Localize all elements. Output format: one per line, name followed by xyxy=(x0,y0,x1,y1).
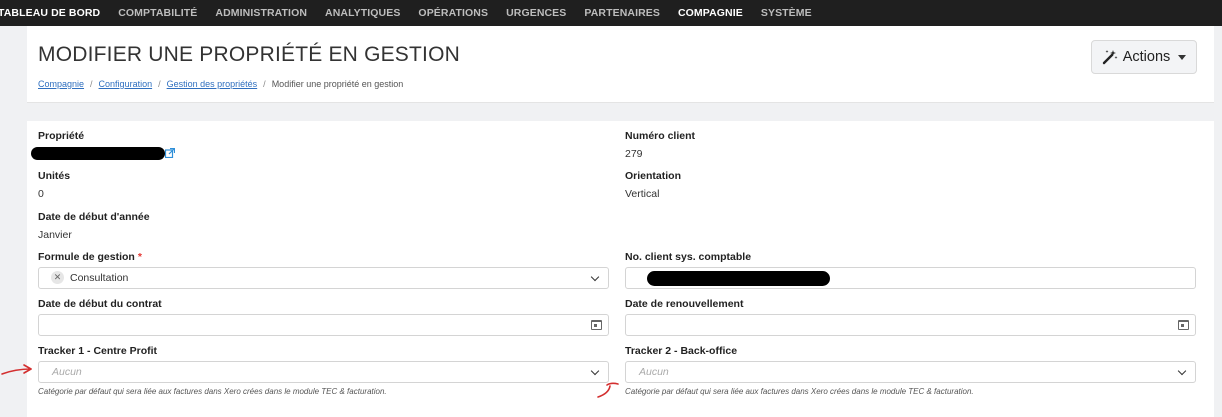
unites-value: 0 xyxy=(38,188,44,200)
nav-item-comptabilite[interactable]: COMPTABILITÉ xyxy=(118,7,215,19)
breadcrumb-link-gestion-proprietes[interactable]: Gestion des propriétés xyxy=(167,79,258,89)
formule-chip: ✕ Consultation xyxy=(51,271,128,284)
breadcrumb-separator: / xyxy=(263,79,266,89)
formule-chip-label: Consultation xyxy=(70,271,129,284)
debut-annee-label: Date de début d'année xyxy=(38,211,150,223)
nav-item-analytiques[interactable]: ANALYTIQUES xyxy=(325,7,418,19)
breadcrumb: Compagnie / Configuration / Gestion des … xyxy=(38,79,403,89)
calendar-icon[interactable] xyxy=(591,320,602,330)
annotation-arrow-icon xyxy=(1,364,32,375)
tracker1-label: Tracker 1 - Centre Profit xyxy=(38,345,158,357)
numero-client-label: Numéro client xyxy=(625,130,696,142)
propriete-label: Propriété xyxy=(38,130,85,142)
debut-annee-value: Janvier xyxy=(38,229,72,241)
formule-label: Formule de gestion * xyxy=(38,251,142,263)
chevron-down-icon xyxy=(590,272,600,282)
chevron-down-icon xyxy=(1178,54,1187,60)
breadcrumb-separator: / xyxy=(158,79,161,89)
nav-item-operations[interactable]: OPÉRATIONS xyxy=(418,7,506,19)
calendar-icon[interactable] xyxy=(1178,320,1189,330)
magic-wand-icon xyxy=(1102,50,1118,65)
nav-item-urgences[interactable]: URGENCES xyxy=(506,7,584,19)
chevron-down-icon xyxy=(1177,366,1187,376)
tracker2-label: Tracker 2 - Back-office xyxy=(625,345,738,357)
tracker2-placeholder: Aucun xyxy=(639,366,669,378)
redacted-no-client-sys xyxy=(647,271,830,286)
nav-item-compagnie[interactable]: COMPAGNIE xyxy=(678,7,761,19)
redacted-property-name xyxy=(31,147,165,160)
unites-label: Unités xyxy=(38,170,71,182)
chevron-down-icon xyxy=(590,366,600,376)
external-link-icon[interactable] xyxy=(165,148,175,158)
renouvellement-label: Date de renouvellement xyxy=(625,298,744,310)
breadcrumb-separator: / xyxy=(90,79,93,89)
top-navigation: TABLEAU DE BORD COMPTABILITÉ ADMINISTRAT… xyxy=(0,0,1222,26)
tracker1-placeholder: Aucun xyxy=(52,366,82,378)
tracker2-select[interactable]: Aucun xyxy=(625,361,1196,383)
breadcrumb-link-compagnie[interactable]: Compagnie xyxy=(38,79,84,89)
debut-contrat-date-input[interactable] xyxy=(38,314,609,336)
tracker1-help-text: Catégorie par défaut qui sera liée aux f… xyxy=(38,387,387,396)
page-title: MODIFIER UNE PROPRIÉTÉ EN GESTION xyxy=(38,43,460,66)
formule-select[interactable]: ✕ Consultation xyxy=(38,267,609,289)
annotation-arrow-icon xyxy=(597,382,619,398)
actions-button-label: Actions xyxy=(1122,49,1171,65)
breadcrumb-current: Modifier une propriété en gestion xyxy=(271,79,404,89)
orientation-label: Orientation xyxy=(625,170,682,182)
property-form: Propriété Numéro client 279 Unités 0 Ori… xyxy=(27,121,1214,417)
tracker1-select[interactable]: Aucun xyxy=(38,361,609,383)
no-client-sys-label: No. client sys. comptable xyxy=(625,251,752,263)
required-mark: * xyxy=(137,251,142,263)
renouvellement-date-input[interactable] xyxy=(625,314,1196,336)
tracker2-help-text: Catégorie par défaut qui sera liée aux f… xyxy=(625,387,974,396)
page-header: MODIFIER UNE PROPRIÉTÉ EN GESTION Compag… xyxy=(27,26,1214,103)
actions-button[interactable]: Actions xyxy=(1091,40,1197,74)
nav-item-systeme[interactable]: SYSTÈME xyxy=(761,7,830,19)
nav-item-tableau-de-bord[interactable]: TABLEAU DE BORD xyxy=(0,7,118,19)
breadcrumb-link-configuration[interactable]: Configuration xyxy=(99,79,153,89)
formule-label-text: Formule de gestion xyxy=(38,251,135,263)
orientation-value: Vertical xyxy=(625,188,660,200)
nav-item-administration[interactable]: ADMINISTRATION xyxy=(215,7,325,19)
remove-chip-icon[interactable]: ✕ xyxy=(51,271,64,284)
debut-contrat-label: Date de début du contrat xyxy=(38,298,162,310)
nav-item-partenaires[interactable]: PARTENAIRES xyxy=(584,7,678,19)
numero-client-value: 279 xyxy=(625,148,643,160)
